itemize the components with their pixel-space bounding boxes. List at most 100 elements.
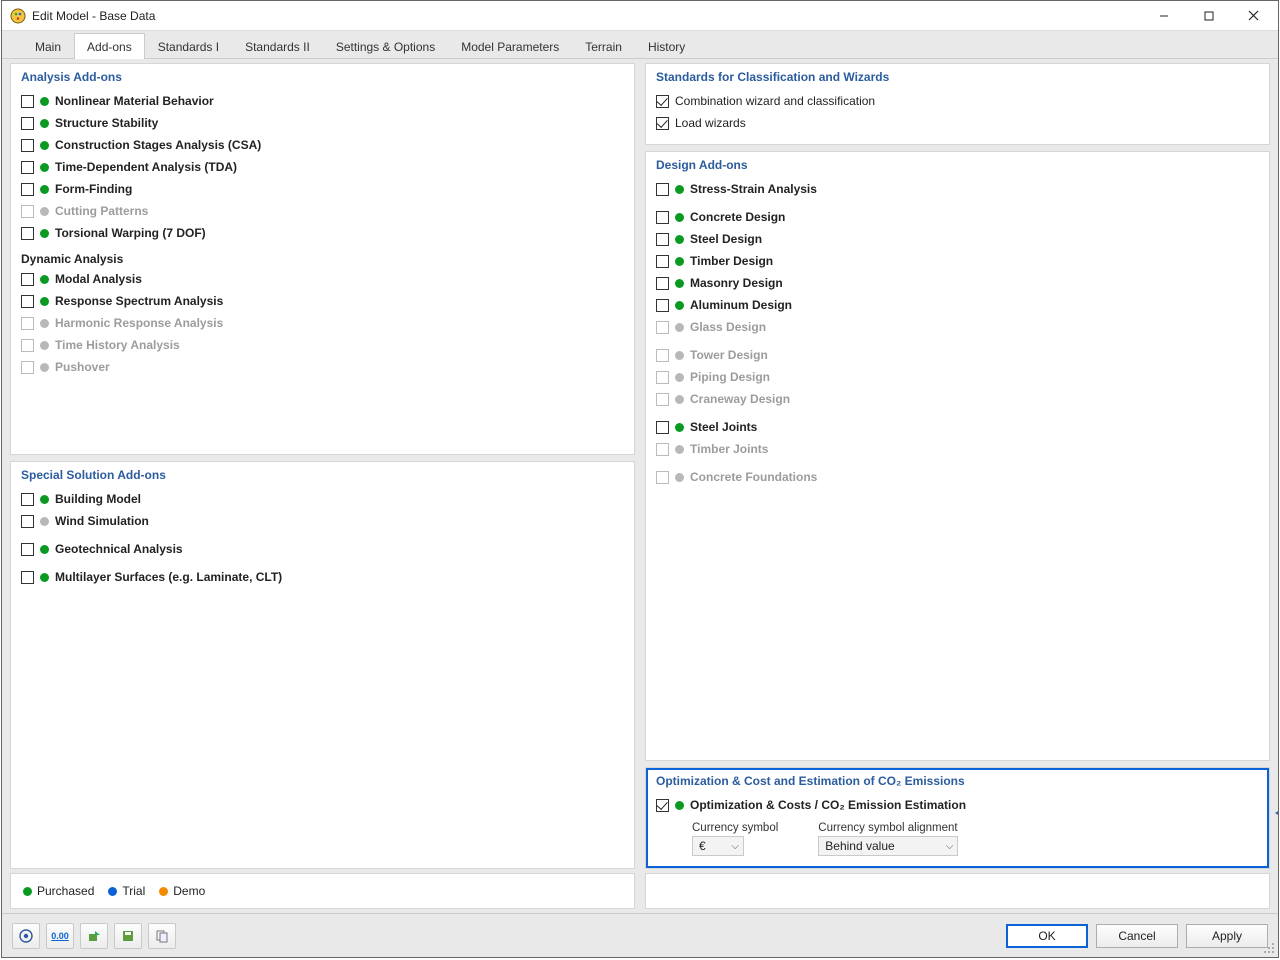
status-dot bbox=[40, 229, 49, 238]
status-dot bbox=[40, 495, 49, 504]
checkbox[interactable] bbox=[656, 421, 669, 434]
checkbox[interactable] bbox=[21, 95, 34, 108]
ok-button[interactable]: OK bbox=[1006, 924, 1088, 948]
checkbox-label: Steel Design bbox=[690, 232, 762, 246]
tab-terrain[interactable]: Terrain bbox=[572, 33, 635, 59]
panel-standards: Standards for Classification and Wizards… bbox=[645, 63, 1270, 145]
optimization-highlight: Optimization & Cost and Estimation of CO… bbox=[646, 768, 1269, 868]
checkbox-row: Load wizards bbox=[656, 112, 1259, 134]
window-title: Edit Model - Base Data bbox=[32, 9, 1141, 23]
checkbox-row: Building Model bbox=[21, 488, 624, 510]
checkbox-label: Wind Simulation bbox=[55, 514, 149, 528]
tab-settings-options[interactable]: Settings & Options bbox=[323, 33, 448, 59]
checkbox-label: Nonlinear Material Behavior bbox=[55, 94, 214, 108]
checkbox[interactable] bbox=[21, 227, 34, 240]
tab-standards-i[interactable]: Standards I bbox=[145, 33, 232, 59]
checkbox-row: Piping Design bbox=[656, 366, 1259, 388]
checkbox[interactable] bbox=[656, 255, 669, 268]
checkbox-row: Construction Stages Analysis (CSA) bbox=[21, 134, 624, 156]
checkbox-row: Wind Simulation bbox=[21, 510, 624, 532]
checkbox[interactable] bbox=[656, 183, 669, 196]
status-dot bbox=[40, 545, 49, 554]
status-dot bbox=[40, 97, 49, 106]
tab-strip: MainAdd-onsStandards IStandards IISettin… bbox=[2, 31, 1278, 59]
checkbox-label: Torsional Warping (7 DOF) bbox=[55, 226, 206, 240]
checkbox-row: Time History Analysis bbox=[21, 334, 624, 356]
chevron-down-icon: ⌵ bbox=[731, 841, 739, 852]
checkbox[interactable] bbox=[656, 299, 669, 312]
status-dot bbox=[40, 163, 49, 172]
tool-copy-button[interactable] bbox=[148, 923, 176, 949]
checkbox[interactable] bbox=[21, 273, 34, 286]
currency-select[interactable]: € ⌵ bbox=[692, 836, 744, 856]
checkbox-row: Craneway Design bbox=[656, 388, 1259, 410]
checkbox bbox=[656, 471, 669, 484]
tool-export-button[interactable] bbox=[80, 923, 108, 949]
close-button[interactable] bbox=[1231, 2, 1276, 30]
maximize-button[interactable] bbox=[1186, 2, 1231, 30]
checkbox[interactable] bbox=[21, 493, 34, 506]
status-dot bbox=[675, 373, 684, 382]
checkbox bbox=[656, 393, 669, 406]
checkbox[interactable] bbox=[21, 543, 34, 556]
checkbox-label: Building Model bbox=[55, 492, 141, 506]
panel-design: Design Add-ons Stress-Strain Analysis Co… bbox=[645, 151, 1270, 761]
checkbox-label: Construction Stages Analysis (CSA) bbox=[55, 138, 261, 152]
checkbox-row: Steel Joints bbox=[656, 416, 1259, 438]
tab-add-ons[interactable]: Add-ons bbox=[74, 33, 145, 59]
checkbox[interactable] bbox=[656, 233, 669, 246]
tool-help-button[interactable] bbox=[12, 923, 40, 949]
cancel-button[interactable]: Cancel bbox=[1096, 924, 1178, 948]
checkbox-label: Timber Design bbox=[690, 254, 773, 268]
panel-optimization: Optimization & Cost and Estimation of CO… bbox=[645, 767, 1270, 869]
field-label: Currency symbol alignment bbox=[818, 822, 958, 834]
checkbox[interactable] bbox=[21, 183, 34, 196]
checkbox[interactable] bbox=[656, 277, 669, 290]
panel-special: Special Solution Add-ons Building ModelW… bbox=[10, 461, 635, 869]
checkbox[interactable] bbox=[21, 515, 34, 528]
alignment-select[interactable]: Behind value ⌵ bbox=[818, 836, 958, 856]
panel-title: Analysis Add-ons bbox=[21, 70, 624, 84]
status-dot bbox=[40, 341, 49, 350]
checkbox[interactable] bbox=[656, 211, 669, 224]
checkbox-row: Tower Design bbox=[656, 344, 1259, 366]
checkbox-row: Timber Joints bbox=[656, 438, 1259, 460]
title-bar: Edit Model - Base Data bbox=[2, 1, 1278, 31]
checkbox-label: Harmonic Response Analysis bbox=[55, 316, 223, 330]
checkbox[interactable] bbox=[21, 139, 34, 152]
checkbox[interactable] bbox=[656, 95, 669, 108]
checkbox-row: Geotechnical Analysis bbox=[21, 538, 624, 560]
checkbox-label: Structure Stability bbox=[55, 116, 158, 130]
minimize-button[interactable] bbox=[1141, 2, 1186, 30]
checkbox[interactable] bbox=[21, 161, 34, 174]
checkbox[interactable] bbox=[21, 117, 34, 130]
checkbox[interactable] bbox=[21, 571, 34, 584]
tab-standards-ii[interactable]: Standards II bbox=[232, 33, 323, 59]
tab-main[interactable]: Main bbox=[22, 33, 74, 59]
checkbox-label: Concrete Design bbox=[690, 210, 785, 224]
legend-purchased: Purchased bbox=[23, 884, 94, 898]
status-dot bbox=[675, 185, 684, 194]
status-dot bbox=[40, 573, 49, 582]
tab-history[interactable]: History bbox=[635, 33, 698, 59]
status-dot bbox=[40, 517, 49, 526]
status-dot bbox=[40, 363, 49, 372]
tab-model-parameters[interactable]: Model Parameters bbox=[448, 33, 572, 59]
tool-save-button[interactable] bbox=[114, 923, 142, 949]
checkbox bbox=[21, 205, 34, 218]
window-controls bbox=[1141, 2, 1276, 30]
checkbox-label: Time-Dependent Analysis (TDA) bbox=[55, 160, 237, 174]
checkbox[interactable] bbox=[21, 295, 34, 308]
status-dot bbox=[675, 235, 684, 244]
checkbox-row: Aluminum Design bbox=[656, 294, 1259, 316]
status-dot bbox=[40, 207, 49, 216]
checkbox[interactable] bbox=[656, 117, 669, 130]
checkbox-row: Form-Finding bbox=[21, 178, 624, 200]
resize-grip-icon[interactable] bbox=[1263, 942, 1275, 954]
checkbox-optimization[interactable] bbox=[656, 799, 669, 812]
tool-units-button[interactable]: 0.00 bbox=[46, 923, 74, 949]
status-dot bbox=[675, 801, 684, 810]
status-dot bbox=[40, 319, 49, 328]
status-dot bbox=[40, 297, 49, 306]
apply-button[interactable]: Apply bbox=[1186, 924, 1268, 948]
